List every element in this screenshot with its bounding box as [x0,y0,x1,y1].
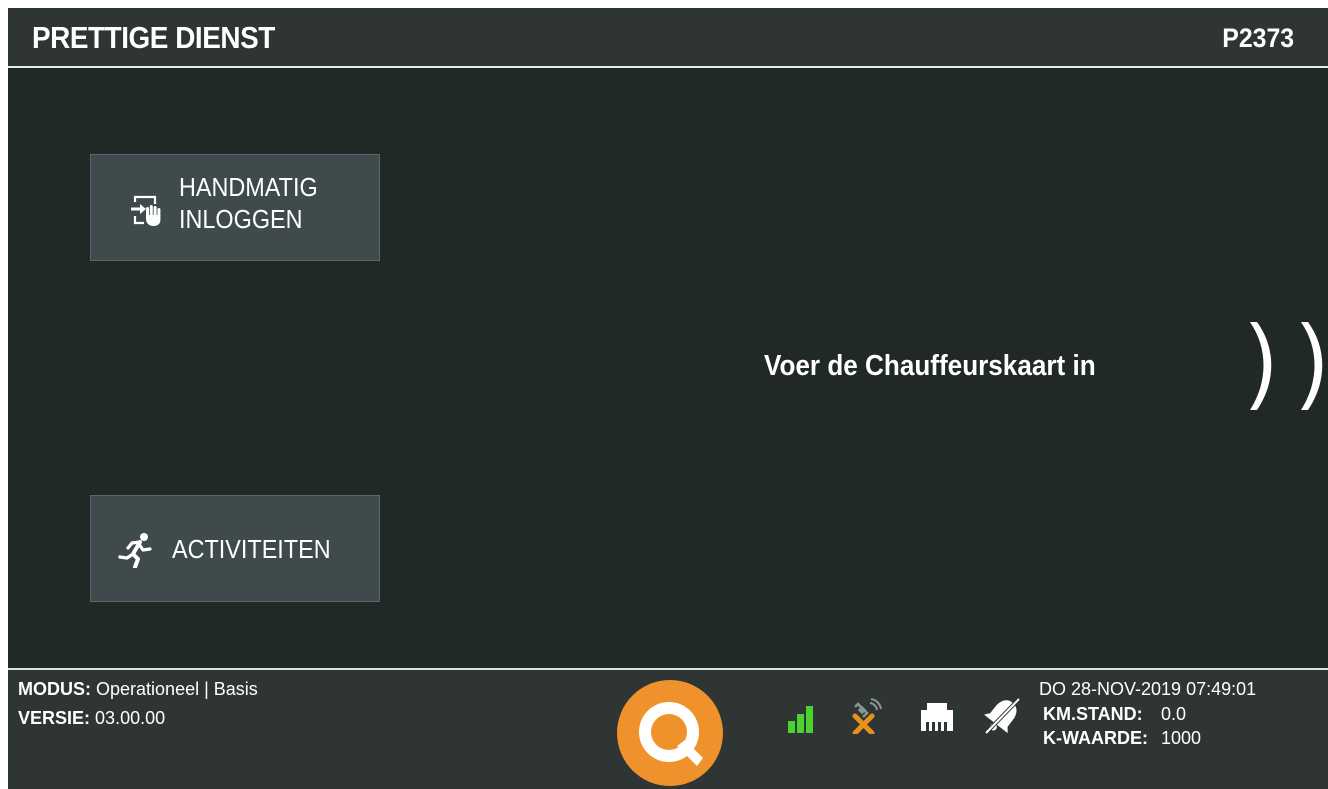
card-prompt: Voer de Chauffeurskaart in [764,350,1096,382]
login-hand-icon [129,193,165,234]
q-logo-icon[interactable] [617,680,723,789]
modus-info: MODUS: Operationeel | Basis [18,679,258,699]
bell-muted-icon [982,696,1022,741]
gps-disconnected-icon [850,698,884,739]
header-bar: PRETTIGE DIENST P2373 [8,8,1328,68]
running-person-icon [117,532,157,573]
versie-info: VERSIE: 03.00.00 [18,708,166,728]
network-port-icon [919,703,955,738]
status-bar: MODUS: Operationeel | Basis VERSIE: 03.0… [8,668,1328,789]
page-title: PRETTIGE DIENST [32,20,275,55]
manual-login-label: HANDMATIG INLOGGEN [179,172,318,234]
vehicle-id: P2373 [1222,23,1294,53]
datetime: DO 28-NOV-2019 07:49:01 [1039,679,1257,699]
signal-strength-icon [788,703,818,738]
double-chevron-right-icon[interactable] [1246,320,1328,417]
screen: PRETTIGE DIENST P2373 HANDMATIG INLOGGEN [8,8,1328,789]
km-stand: KM.STAND: 0.0 [1043,704,1187,724]
manual-login-button[interactable]: HANDMATIG INLOGGEN [90,154,380,261]
activities-button[interactable]: ACTIVITEITEN [90,495,380,602]
k-waarde: K-WAARDE: 1000 [1043,728,1202,748]
activities-label: ACTIVITEITEN [172,534,331,564]
